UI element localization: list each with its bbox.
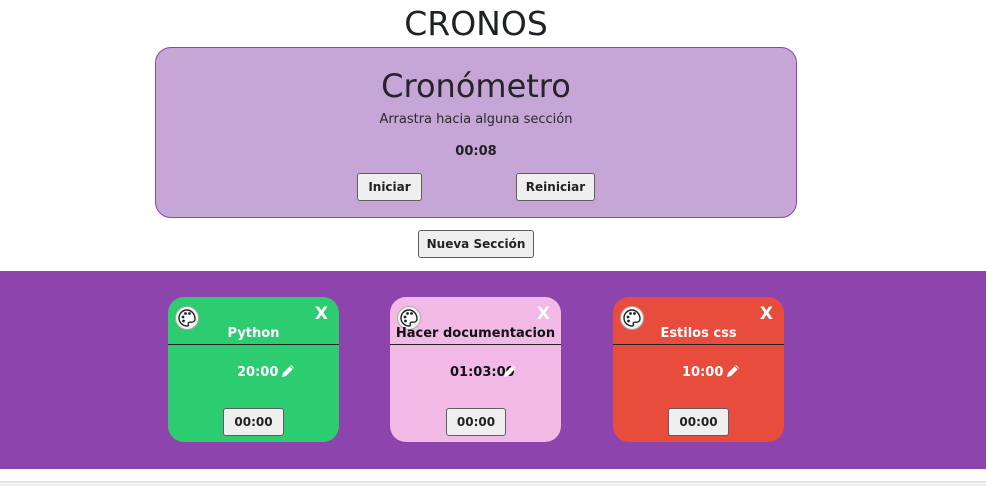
palette-icon	[623, 309, 641, 327]
palette-icon	[178, 309, 196, 327]
close-icon[interactable]: X	[760, 303, 773, 325]
elapsed-time-button[interactable]: 00:00	[668, 408, 729, 436]
section-divider	[390, 344, 561, 345]
section-card-python[interactable]: X Python 20:00 00:00	[168, 297, 339, 442]
section-goal-time: 20:00	[237, 365, 279, 380]
section-card-documentacion[interactable]: X Hacer documentacion 01:03:00 00:00	[390, 297, 561, 442]
palette-icon	[400, 309, 418, 327]
stopwatch-hint: Arrastra hacia alguna sección	[379, 112, 573, 127]
app-title: CRONOS	[404, 4, 548, 43]
section-card-estilos-css[interactable]: X Estilos css 10:00 00:00	[613, 297, 784, 442]
new-section-button[interactable]: Nueva Sección	[418, 230, 534, 258]
section-divider	[168, 344, 339, 345]
pencil-icon[interactable]	[725, 363, 741, 379]
section-divider	[613, 344, 784, 345]
stopwatch-display: 00:08	[455, 144, 497, 159]
section-name: Python	[227, 326, 280, 341]
bottom-strip	[0, 481, 986, 486]
start-button[interactable]: Iniciar	[357, 173, 422, 201]
section-goal-time: 10:00	[682, 365, 724, 380]
stopwatch-heading: Cronómetro	[381, 67, 571, 105]
pencil-icon[interactable]	[280, 363, 296, 379]
sections-area[interactable]: X Python 20:00 00:00 X Hacer documentaci…	[0, 271, 986, 469]
close-icon[interactable]: X	[315, 303, 328, 325]
pencil-icon[interactable]	[502, 363, 518, 379]
elapsed-time-button[interactable]: 00:00	[223, 408, 284, 436]
section-name: Estilos css	[660, 326, 737, 341]
reset-button[interactable]: Reiniciar	[516, 173, 595, 201]
section-name: Hacer documentacion	[395, 326, 556, 341]
close-icon[interactable]: X	[537, 303, 550, 325]
elapsed-time-button[interactable]: 00:00	[446, 408, 506, 436]
stopwatch-card[interactable]: Cronómetro Arrastra hacia alguna sección…	[155, 47, 797, 218]
